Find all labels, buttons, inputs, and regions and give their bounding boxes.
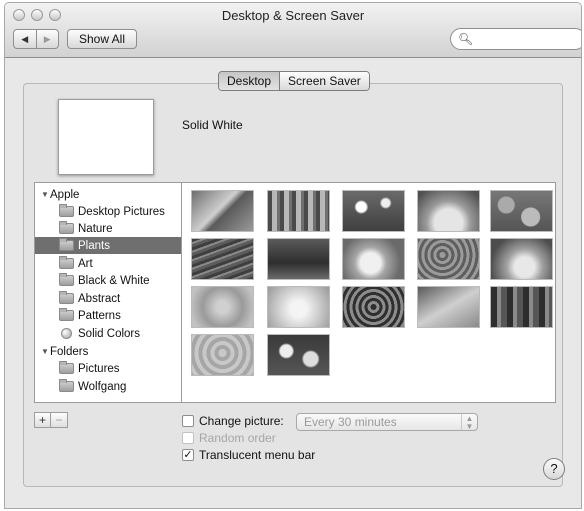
source-item-label: Solid Colors bbox=[78, 327, 140, 340]
thumb-dandelion-seeds[interactable] bbox=[267, 286, 330, 328]
source-list-buttons: + − bbox=[34, 412, 68, 428]
window-title: Desktop & Screen Saver bbox=[221, 8, 365, 23]
thumb-daisies[interactable] bbox=[342, 190, 405, 232]
thumb-bamboo-stalks[interactable] bbox=[267, 190, 330, 232]
translucent-menu-bar-checkbox[interactable]: ✓ Translucent menu bar bbox=[182, 448, 315, 462]
change-interval-popup[interactable]: Every 30 minutes ▲ ▼ bbox=[296, 413, 478, 431]
source-item-label: Black & White bbox=[78, 274, 150, 287]
source-item-art[interactable]: Art bbox=[35, 255, 181, 272]
folder-icon bbox=[59, 291, 74, 304]
popup-arrows-icon: ▲ ▼ bbox=[461, 414, 477, 431]
source-item-label: Nature bbox=[78, 222, 113, 235]
source-item-label: Wolfgang bbox=[78, 380, 127, 393]
checkbox-box[interactable] bbox=[182, 432, 194, 444]
pictures-folder-icon bbox=[59, 361, 74, 374]
disclosure-triangle-icon[interactable]: ▼ bbox=[40, 347, 50, 356]
change-interval-value: Every 30 minutes bbox=[304, 415, 397, 429]
thumb-maple-leaves[interactable] bbox=[267, 334, 330, 376]
source-item-label: Patterns bbox=[78, 309, 121, 322]
source-item-label: Art bbox=[78, 257, 93, 270]
source-item-label: Pictures bbox=[78, 362, 120, 375]
checkmark-icon[interactable]: ✓ bbox=[182, 449, 194, 461]
random-order-label: Random order bbox=[199, 431, 276, 445]
current-picture-preview[interactable] bbox=[58, 99, 154, 175]
thumb-redwood-trunks[interactable] bbox=[490, 286, 553, 328]
folder-icon bbox=[59, 273, 74, 286]
current-picture-title: Solid White bbox=[182, 118, 243, 132]
source-item-nature[interactable]: Nature bbox=[35, 220, 181, 237]
thumb-palm-fronds[interactable] bbox=[417, 286, 480, 328]
back-arrow-icon[interactable]: ◀ bbox=[14, 30, 36, 48]
source-group-label: Apple bbox=[50, 188, 80, 201]
source-item-label: Plants bbox=[78, 239, 110, 252]
source-group-label: Folders bbox=[50, 345, 89, 358]
thumb-meadow-grass[interactable] bbox=[267, 238, 330, 280]
thumb-cactus-spines[interactable] bbox=[417, 190, 480, 232]
tab-bar: Desktop Screen Saver bbox=[218, 71, 370, 91]
folder-icon bbox=[59, 379, 74, 392]
titlebar: Desktop & Screen Saver ◀ ▶ Show All 🔍︎ bbox=[5, 3, 581, 58]
source-item-patterns[interactable]: Patterns bbox=[35, 307, 181, 324]
random-order-checkbox[interactable]: Random order bbox=[182, 431, 276, 445]
thumb-rose-petals[interactable] bbox=[342, 286, 405, 328]
source-group-apple[interactable]: ▼ Apple bbox=[35, 186, 181, 203]
source-item-pictures[interactable]: Pictures bbox=[35, 360, 181, 377]
thumb-calla-lily[interactable] bbox=[342, 238, 405, 280]
tab-desktop[interactable]: Desktop bbox=[219, 72, 281, 90]
folder-icon bbox=[59, 238, 74, 251]
source-list[interactable]: ▼ Apple Desktop Pictures Nature Plants A… bbox=[34, 182, 181, 403]
thumb-moss-texture[interactable] bbox=[417, 238, 480, 280]
change-picture-label: Change picture: bbox=[199, 414, 284, 428]
disclosure-triangle-icon[interactable]: ▼ bbox=[40, 190, 50, 199]
source-group-folders[interactable]: ▼ Folders bbox=[35, 343, 181, 360]
source-item-solid-colors[interactable]: Solid Colors bbox=[35, 325, 181, 342]
picture-grid[interactable] bbox=[181, 182, 556, 403]
magnifier-icon: 🔍︎ bbox=[458, 32, 474, 46]
source-item-black-white[interactable]: Black & White bbox=[35, 272, 181, 289]
thumb-pine-branch[interactable] bbox=[191, 286, 254, 328]
forward-arrow-icon[interactable]: ▶ bbox=[35, 30, 59, 48]
nav-buttons: ◀ ▶ bbox=[13, 29, 59, 49]
thumb-leaves-with-droplets[interactable] bbox=[490, 190, 553, 232]
source-item-label: Abstract bbox=[78, 292, 121, 305]
folder-icon bbox=[59, 308, 74, 321]
show-all-button[interactable]: Show All bbox=[67, 29, 137, 49]
tab-screen-saver[interactable]: Screen Saver bbox=[280, 72, 369, 90]
source-item-abstract[interactable]: Abstract bbox=[35, 290, 181, 307]
thumb-agave-leaves[interactable] bbox=[191, 190, 254, 232]
source-item-plants[interactable]: Plants bbox=[35, 237, 181, 254]
add-folder-button[interactable]: + bbox=[34, 412, 51, 428]
thumb-grass-blades[interactable] bbox=[191, 238, 254, 280]
thumb-water-ripple[interactable] bbox=[191, 334, 254, 376]
change-picture-checkbox[interactable]: Change picture: bbox=[182, 414, 284, 428]
translucent-menu-bar-label: Translucent menu bar bbox=[199, 448, 316, 462]
folder-icon bbox=[59, 204, 74, 217]
source-item-desktop-pictures[interactable]: Desktop Pictures bbox=[35, 203, 181, 220]
checkbox-box[interactable] bbox=[182, 415, 194, 427]
source-item-label: Desktop Pictures bbox=[78, 205, 165, 218]
thumb-lotus-flower[interactable] bbox=[490, 238, 553, 280]
folder-icon bbox=[59, 256, 74, 269]
remove-folder-button[interactable]: − bbox=[51, 412, 68, 428]
help-button[interactable]: ? bbox=[543, 458, 565, 480]
search-field[interactable]: 🔍︎ bbox=[450, 28, 581, 50]
source-item-wolfgang[interactable]: Wolfgang bbox=[35, 378, 181, 395]
color-orb-icon bbox=[61, 328, 72, 339]
folder-icon bbox=[59, 221, 74, 234]
